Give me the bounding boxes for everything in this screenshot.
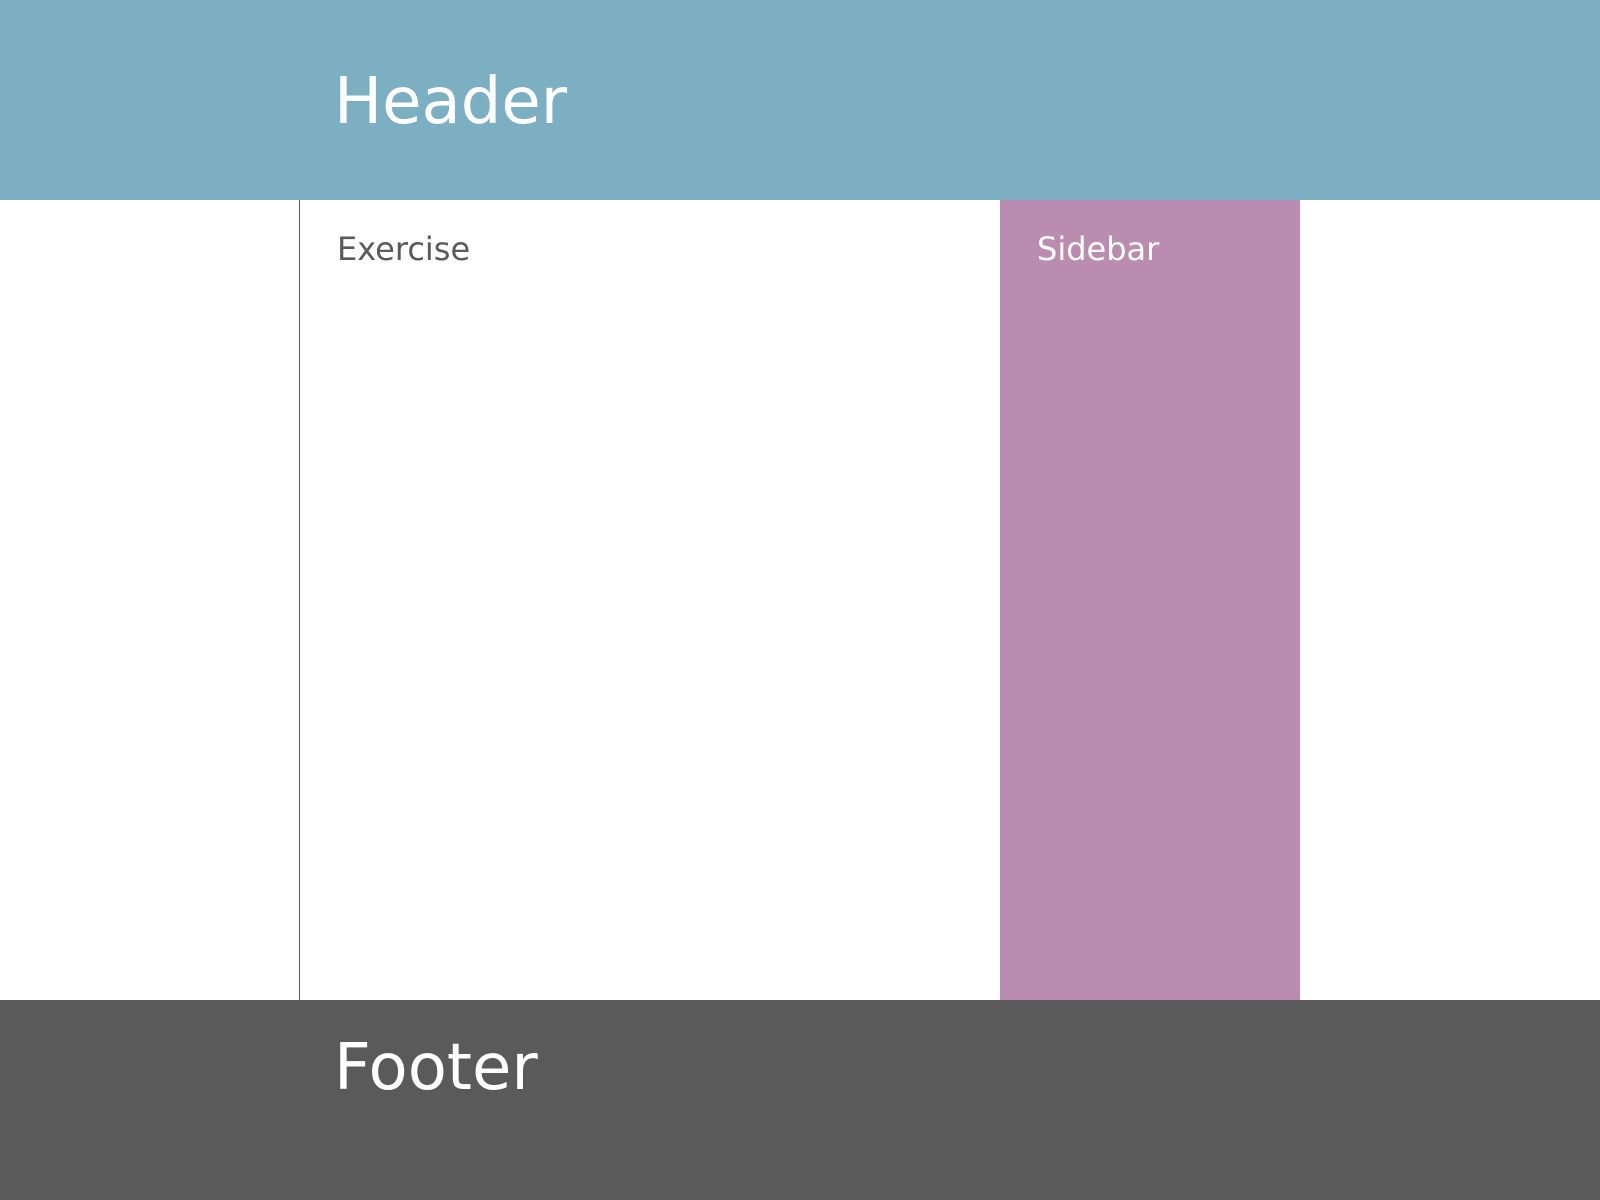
page-footer: Footer <box>0 1000 1600 1200</box>
footer-title: Footer <box>334 1031 538 1105</box>
main-content: Exercise <box>300 200 1000 1000</box>
sidebar-title: Sidebar <box>1037 230 1160 268</box>
header-title: Header <box>334 65 568 139</box>
right-gutter <box>1300 200 1600 1000</box>
page-header: Header <box>0 0 1600 200</box>
left-gutter <box>0 200 300 1000</box>
sidebar: Sidebar <box>1000 200 1300 1000</box>
main-title: Exercise <box>337 230 471 268</box>
